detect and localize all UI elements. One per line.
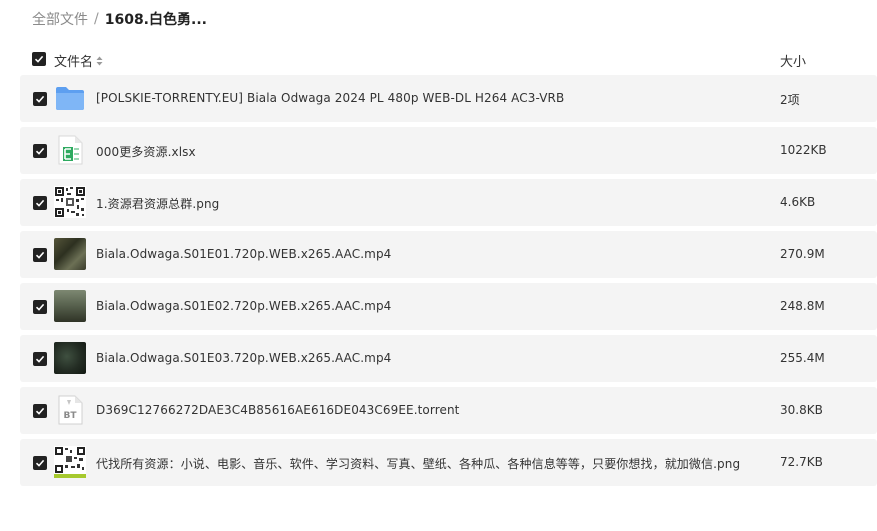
- column-header-size[interactable]: 大小: [780, 51, 806, 70]
- video-thumbnail: [54, 342, 86, 374]
- breadcrumb-current-folder: 1608.白色勇...: [104, 12, 207, 28]
- folder-icon: [56, 87, 84, 110]
- check-icon: [35, 147, 45, 155]
- file-list: [POLSKIE-TORRENTY.EU] Biala Odwaga 2024 …: [20, 75, 877, 491]
- file-row-video[interactable]: Biala.Odwaga.S01E01.720p.WEB.x265.AAC.mp…: [20, 231, 877, 278]
- row-checkbox[interactable]: [33, 352, 47, 366]
- video-thumbnail: [54, 290, 86, 322]
- breadcrumb-root-link[interactable]: 全部文件: [32, 9, 88, 29]
- file-row-png[interactable]: 1.资源君资源总群.png 4.6KB: [20, 179, 877, 226]
- file-row-video[interactable]: Biala.Odwaga.S01E03.720p.WEB.x265.AAC.mp…: [20, 335, 877, 382]
- file-name[interactable]: 000更多资源.xlsx: [96, 143, 196, 160]
- torrent-file-icon: BT: [58, 395, 83, 425]
- file-name[interactable]: 代找所有资源：小说、电影、音乐、软件、学习资料、写真、壁纸、各种瓜、各种信息等等…: [96, 455, 740, 472]
- row-checkbox[interactable]: [33, 300, 47, 314]
- file-name[interactable]: [POLSKIE-TORRENTY.EU] Biala Odwaga 2024 …: [96, 91, 564, 105]
- select-all-checkbox[interactable]: [32, 52, 46, 66]
- file-row-torrent[interactable]: BT D369C12766272DAE3C4B85616AE616DE043C6…: [20, 387, 877, 434]
- file-list-header: 文件名 大小: [20, 44, 877, 74]
- file-name[interactable]: D369C12766272DAE3C4B85616AE616DE043C69EE…: [96, 403, 459, 417]
- qr-code-image-icon: [54, 186, 86, 218]
- check-icon: [35, 407, 45, 415]
- breadcrumb: 全部文件 / 1608.白色勇...: [32, 8, 207, 30]
- check-icon: [35, 459, 45, 467]
- row-checkbox[interactable]: [33, 404, 47, 418]
- file-size: 1022KB: [780, 143, 827, 157]
- video-thumbnail: [54, 238, 86, 270]
- column-header-name-label: 文件名: [54, 55, 94, 70]
- excel-file-icon: [58, 135, 83, 165]
- file-name[interactable]: 1.资源君资源总群.png: [96, 195, 219, 212]
- file-size: 255.4M: [780, 351, 825, 365]
- file-size: 72.7KB: [780, 455, 823, 469]
- file-size: 2项: [780, 93, 800, 107]
- qr-code-image-icon: [54, 446, 86, 478]
- torrent-icon-label: BT: [64, 411, 78, 421]
- check-icon: [35, 199, 45, 207]
- file-row-png[interactable]: 代找所有资源：小说、电影、音乐、软件、学习资料、写真、壁纸、各种瓜、各种信息等等…: [20, 439, 877, 486]
- column-header-name[interactable]: 文件名: [54, 51, 103, 70]
- file-name[interactable]: Biala.Odwaga.S01E03.720p.WEB.x265.AAC.mp…: [96, 351, 391, 365]
- file-name[interactable]: Biala.Odwaga.S01E01.720p.WEB.x265.AAC.mp…: [96, 247, 391, 261]
- row-checkbox[interactable]: [33, 456, 47, 470]
- row-checkbox[interactable]: [33, 248, 47, 262]
- file-size: 30.8KB: [780, 403, 823, 417]
- check-icon: [34, 55, 44, 63]
- file-size: 248.8M: [780, 299, 825, 313]
- row-checkbox[interactable]: [33, 196, 47, 210]
- file-size: 270.9M: [780, 247, 825, 261]
- file-size: 4.6KB: [780, 195, 816, 209]
- row-checkbox[interactable]: [33, 92, 47, 106]
- check-icon: [35, 95, 45, 103]
- file-name[interactable]: Biala.Odwaga.S01E02.720p.WEB.x265.AAC.mp…: [96, 299, 391, 313]
- file-row-xlsx[interactable]: 000更多资源.xlsx 1022KB: [20, 127, 877, 174]
- sort-icon[interactable]: [96, 56, 103, 66]
- check-icon: [35, 251, 45, 259]
- breadcrumb-separator: /: [94, 11, 99, 27]
- row-checkbox[interactable]: [33, 144, 47, 158]
- check-icon: [35, 303, 45, 311]
- file-row-video[interactable]: Biala.Odwaga.S01E02.720p.WEB.x265.AAC.mp…: [20, 283, 877, 330]
- file-row-folder[interactable]: [POLSKIE-TORRENTY.EU] Biala Odwaga 2024 …: [20, 75, 877, 122]
- check-icon: [35, 355, 45, 363]
